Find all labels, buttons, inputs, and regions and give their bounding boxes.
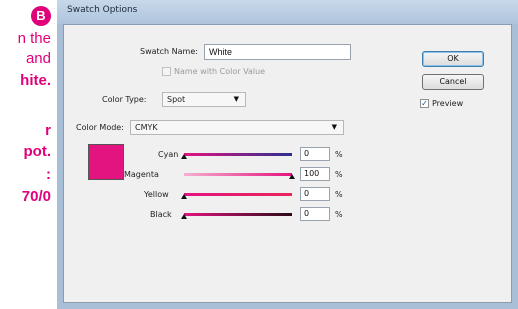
title-bar[interactable]: Swatch Options: [57, 0, 518, 24]
tutorial-line: 70/0: [21, 188, 51, 205]
percent-sign: %: [335, 150, 343, 159]
chevron-down-icon: ▼: [233, 95, 239, 103]
percent-sign: %: [335, 210, 343, 219]
slider-thumb[interactable]: [181, 154, 187, 159]
channel-slider-black[interactable]: [181, 210, 292, 219]
channel-value-magenta[interactable]: 100: [300, 167, 330, 181]
channel-value-black[interactable]: 0: [300, 207, 330, 221]
slider-thumb[interactable]: [181, 214, 187, 219]
swatch-name-label: Swatch Name:: [140, 47, 198, 56]
preview-checkbox[interactable]: ✓: [420, 99, 429, 108]
slider-track: [184, 153, 292, 156]
color-type-label: Color Type:: [102, 95, 147, 104]
slider-track: [184, 213, 292, 216]
color-mode-label: Color Mode:: [76, 123, 124, 132]
color-mode-select[interactable]: CMYK ▼: [130, 120, 344, 135]
channel-value-cyan[interactable]: 0: [300, 147, 330, 161]
tutorial-line: hite.: [20, 72, 51, 89]
window-title: Swatch Options: [67, 5, 138, 15]
swatch-name-field[interactable]: White: [204, 44, 351, 60]
checkmark-icon: ✓: [421, 99, 428, 108]
channel-label-black: Black: [150, 210, 172, 219]
ok-button[interactable]: OK: [422, 51, 484, 67]
channel-slider-cyan[interactable]: [181, 150, 292, 159]
cancel-button[interactable]: Cancel: [422, 74, 484, 90]
slider-thumb[interactable]: [289, 174, 295, 179]
color-swatch-preview: [88, 144, 124, 180]
tutorial-line: pot.: [23, 143, 52, 160]
slider-thumb[interactable]: [181, 194, 187, 199]
percent-sign: %: [335, 170, 343, 179]
tutorial-line: :: [46, 166, 51, 183]
tutorial-line: and: [25, 50, 51, 67]
tutorial-line: n the: [17, 30, 51, 47]
slider-track: [184, 193, 292, 196]
channel-value-yellow[interactable]: 0: [300, 187, 330, 201]
percent-sign: %: [335, 190, 343, 199]
preview-label: Preview: [432, 99, 464, 108]
swatch-options-window: Swatch Options Swatch Name: White Name w…: [57, 0, 518, 309]
name-with-color-value-checkbox[interactable]: [162, 67, 171, 76]
step-badge: B: [31, 6, 51, 26]
color-type-value: Spot: [167, 95, 186, 104]
color-mode-value: CMYK: [135, 123, 158, 132]
channel-slider-magenta[interactable]: [184, 170, 295, 179]
channel-label-cyan: Cyan: [158, 150, 179, 159]
tutorial-text-column: B n the and hite. r pot.: 70/0: [0, 0, 56, 309]
channel-label-yellow: Yellow: [144, 190, 169, 199]
channel-label-magenta: Magenta: [124, 170, 159, 179]
dialog-body: Swatch Name: White Name with Color Value…: [63, 24, 512, 303]
color-type-select[interactable]: Spot ▼: [162, 92, 246, 107]
tutorial-line: r: [45, 122, 51, 139]
chevron-down-icon: ▼: [331, 123, 337, 131]
channel-slider-yellow[interactable]: [181, 190, 292, 199]
slider-track: [184, 173, 292, 176]
name-with-color-value-label: Name with Color Value: [174, 67, 266, 76]
